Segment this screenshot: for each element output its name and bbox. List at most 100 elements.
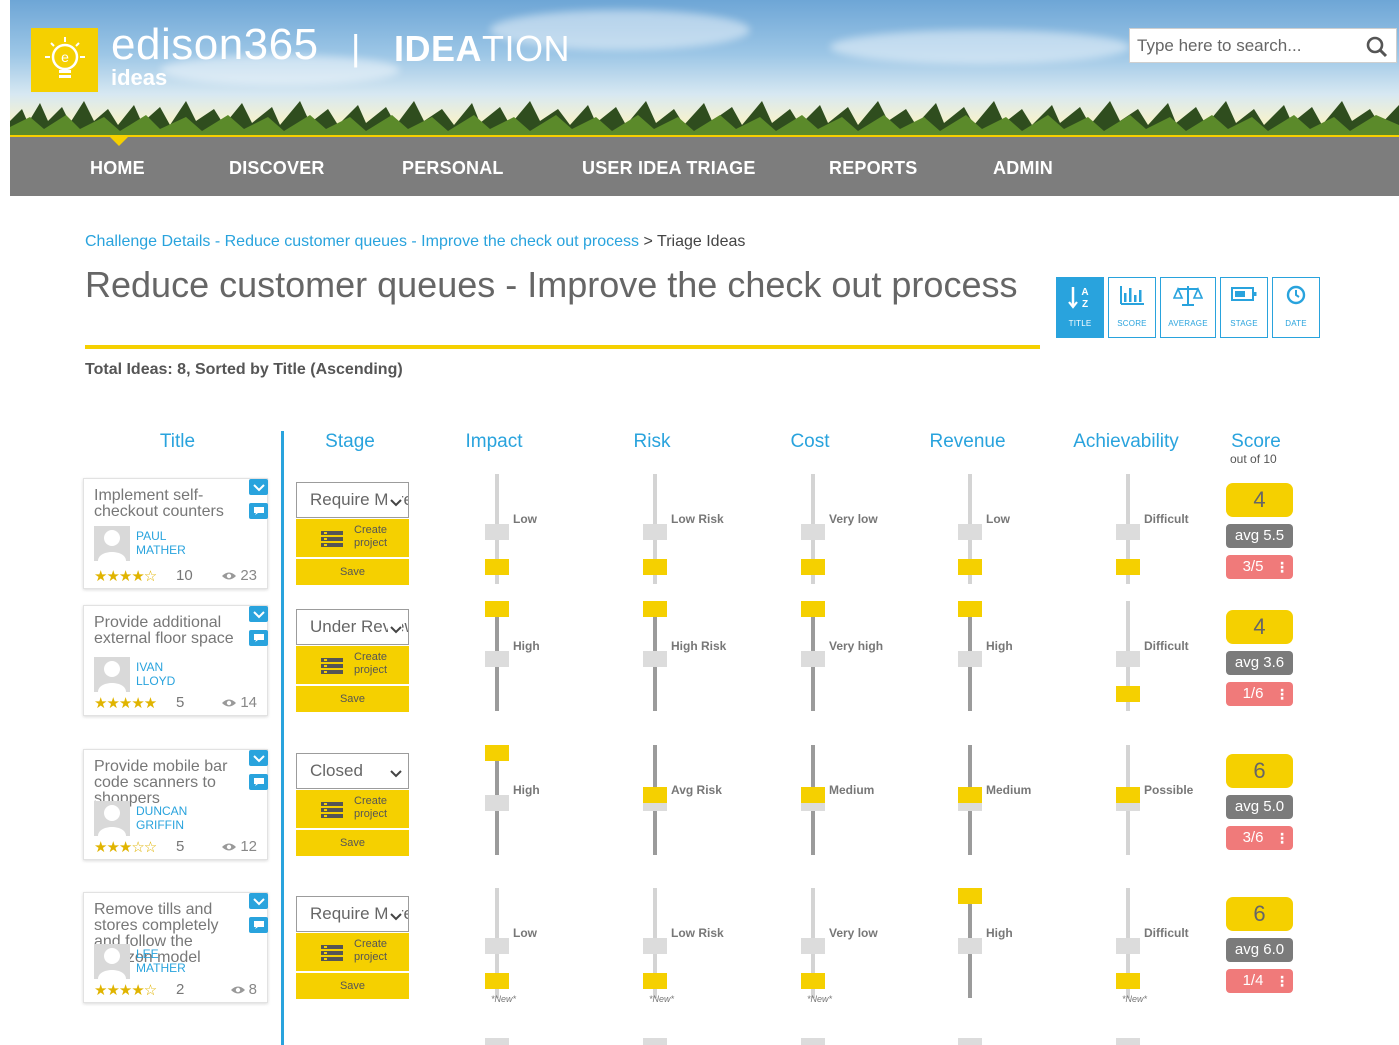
cost-slider[interactable] (801, 474, 825, 584)
more-options-icon[interactable]: ⋮ (1275, 969, 1289, 993)
slider-thumb[interactable] (1116, 787, 1140, 803)
achievability-slider[interactable] (1116, 474, 1140, 584)
sort-score-button[interactable]: SCORE (1108, 277, 1156, 338)
slider-thumb[interactable] (1116, 973, 1140, 989)
sort-average-button[interactable]: AVERAGE (1160, 277, 1216, 338)
nav-personal[interactable]: PERSONAL (402, 158, 504, 179)
comment-icon[interactable] (249, 917, 268, 933)
column-cost[interactable]: Cost (780, 431, 840, 453)
comment-icon[interactable] (249, 503, 268, 519)
stage-select[interactable]: Require More Info (296, 896, 409, 932)
search-input[interactable] (1137, 36, 1347, 56)
idea-title[interactable]: Provide mobile bar code scanners to shop… (94, 759, 242, 807)
slider-thumb[interactable] (643, 973, 667, 989)
revenue-slider[interactable] (958, 474, 982, 584)
idea-card[interactable]: Provide mobile bar code scanners to shop… (83, 749, 268, 860)
slider-thumb[interactable] (485, 601, 509, 617)
rank-badge[interactable]: 1/4 ⋮ (1226, 969, 1293, 993)
author-name[interactable]: LEE MATHER (136, 947, 216, 975)
select-checkbox-icon[interactable] (249, 893, 268, 909)
create-project-button[interactable]: Create project (296, 519, 409, 557)
slider-thumb[interactable] (1116, 559, 1140, 575)
slider-thumb[interactable] (958, 559, 982, 575)
stage-select[interactable]: Require More Info (296, 482, 409, 518)
comment-icon[interactable] (249, 630, 268, 646)
nav-discover[interactable]: DISCOVER (229, 158, 325, 179)
idea-card[interactable]: Implement self-checkout counters PAUL MATH… (83, 478, 268, 589)
idea-title[interactable]: Implement self-checkout counters (94, 488, 242, 520)
more-options-icon[interactable]: ⋮ (1275, 826, 1289, 850)
risk-slider[interactable] (643, 474, 667, 584)
save-button[interactable]: Save (296, 559, 409, 585)
more-options-icon[interactable]: ⋮ (1275, 682, 1289, 706)
risk-slider[interactable] (643, 888, 667, 998)
save-button[interactable]: Save (296, 686, 409, 712)
slider-thumb[interactable] (643, 787, 667, 803)
star-rating[interactable]: ★★★★★ (94, 694, 157, 712)
select-checkbox-icon[interactable] (249, 606, 268, 622)
save-button[interactable]: Save (296, 973, 409, 999)
nav-home[interactable]: HOME (90, 158, 145, 179)
author-name[interactable]: PAUL MATHER (136, 529, 216, 557)
impact-slider[interactable] (485, 745, 509, 855)
nav-reports[interactable]: REPORTS (829, 158, 917, 179)
revenue-slider[interactable] (958, 888, 982, 998)
achievability-slider[interactable] (1116, 745, 1140, 855)
star-rating[interactable]: ★★★★☆ (94, 567, 157, 585)
impact-slider[interactable] (485, 474, 509, 584)
nav-admin[interactable]: ADMIN (993, 158, 1053, 179)
impact-slider[interactable] (485, 888, 509, 998)
nav-user-idea-triage[interactable]: USER IDEA TRIAGE (582, 158, 756, 179)
idea-card[interactable]: Provide additional external floor space I… (83, 605, 268, 716)
avatar[interactable] (94, 801, 130, 836)
avatar[interactable] (94, 657, 130, 692)
cost-slider[interactable] (801, 888, 825, 998)
revenue-slider[interactable] (958, 601, 982, 711)
slider-thumb[interactable] (801, 787, 825, 803)
stage-select[interactable]: Closed (296, 753, 409, 789)
rank-badge[interactable]: 1/6 ⋮ (1226, 682, 1293, 706)
cost-slider[interactable] (801, 745, 825, 855)
avatar[interactable] (94, 944, 130, 979)
author-name[interactable]: IVAN LLOYD (136, 660, 216, 688)
create-project-button[interactable]: Create project (296, 646, 409, 684)
risk-slider[interactable] (643, 745, 667, 855)
sort-title-button[interactable]: AZ TITLE (1056, 277, 1104, 338)
slider-thumb[interactable] (643, 559, 667, 575)
sort-stage-button[interactable]: STAGE (1220, 277, 1268, 338)
idea-card[interactable]: Remove tills and stores completely and f… (83, 892, 268, 1003)
select-checkbox-icon[interactable] (249, 479, 268, 495)
search-icon[interactable] (1366, 36, 1388, 63)
rank-badge[interactable]: 3/6 ⋮ (1226, 826, 1293, 850)
achievability-slider[interactable] (1116, 601, 1140, 711)
comment-icon[interactable] (249, 774, 268, 790)
column-achievability[interactable]: Achievability (1071, 431, 1181, 453)
rank-badge[interactable]: 3/5 ⋮ (1226, 555, 1293, 579)
slider-thumb[interactable] (485, 559, 509, 575)
impact-slider[interactable] (485, 601, 509, 711)
slider-thumb[interactable] (958, 601, 982, 617)
column-stage[interactable]: Stage (310, 431, 390, 453)
create-project-button[interactable]: Create project (296, 933, 409, 971)
select-checkbox-icon[interactable] (249, 750, 268, 766)
slider-thumb[interactable] (643, 601, 667, 617)
slider-thumb[interactable] (801, 559, 825, 575)
achievability-slider[interactable] (1116, 888, 1140, 998)
star-rating[interactable]: ★★★★☆ (94, 981, 157, 999)
slider-thumb[interactable] (485, 745, 509, 761)
slider-thumb[interactable] (958, 787, 982, 803)
logo-icon[interactable]: e (31, 28, 98, 92)
slider-thumb[interactable] (801, 601, 825, 617)
save-button[interactable]: Save (296, 830, 409, 856)
revenue-slider[interactable] (958, 745, 982, 855)
cost-slider[interactable] (801, 601, 825, 711)
column-impact[interactable]: Impact (456, 431, 532, 453)
column-title[interactable]: Title (140, 431, 215, 453)
stage-select[interactable]: Under Review (296, 609, 409, 645)
slider-thumb[interactable] (1116, 686, 1140, 702)
column-risk[interactable]: Risk (622, 431, 682, 453)
author-name[interactable]: DUNCAN GRIFFIN (136, 804, 216, 832)
star-rating[interactable]: ★★★☆☆ (94, 838, 157, 856)
slider-thumb[interactable] (801, 973, 825, 989)
avatar[interactable] (94, 526, 130, 561)
